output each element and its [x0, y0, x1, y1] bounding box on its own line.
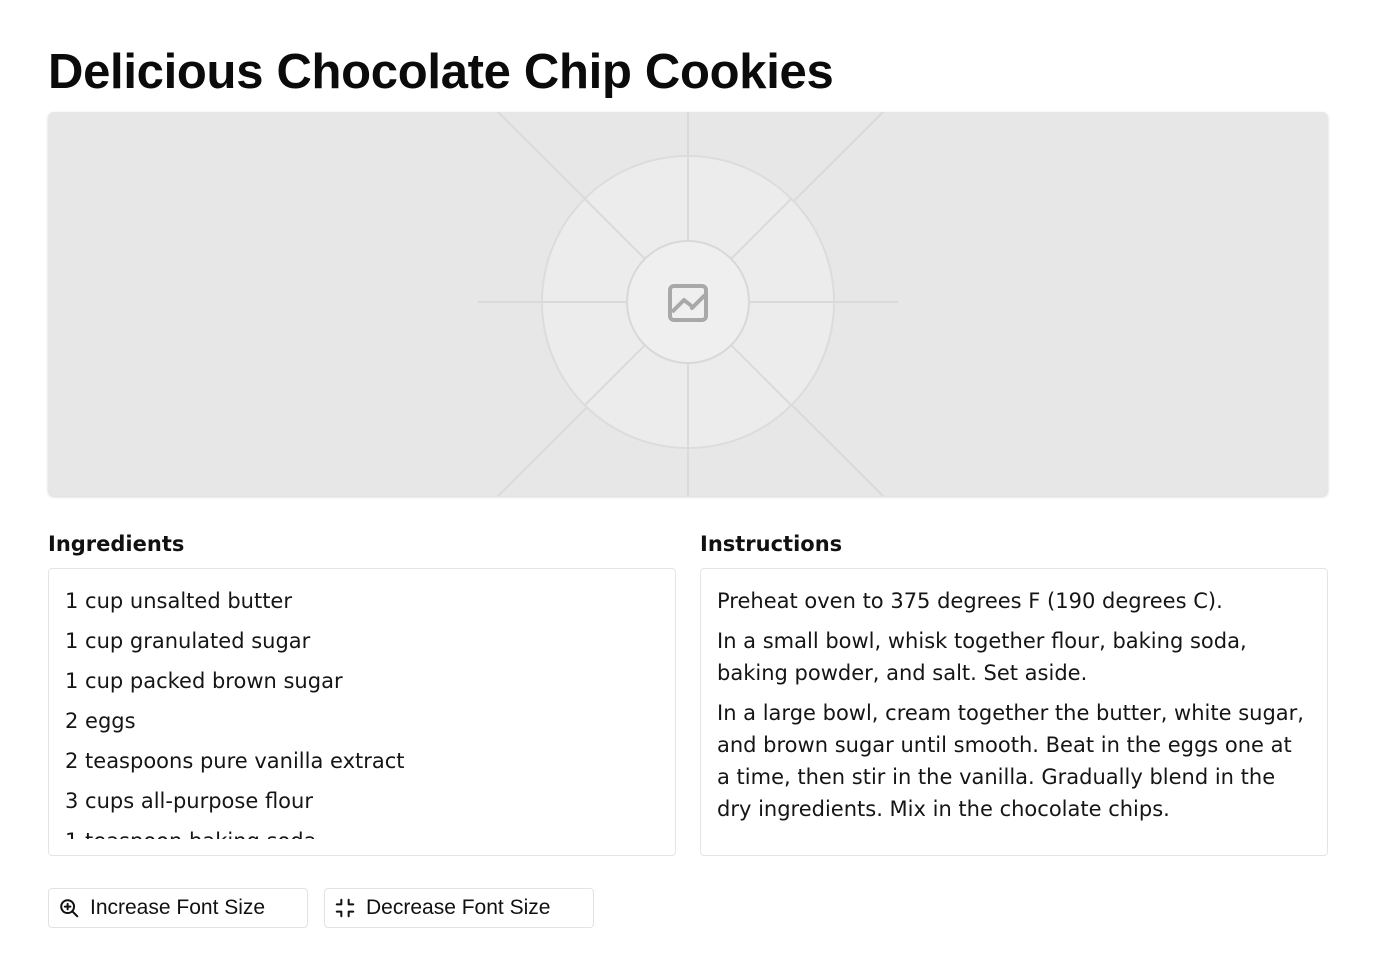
hero-image-placeholder: [48, 112, 1328, 496]
instruction-step: In a small bowl, whisk together flour, b…: [717, 629, 1247, 685]
ingredient-item: 1 cup granulated sugar: [65, 629, 311, 653]
decrease-font-size-label: Decrease Font Size: [366, 896, 551, 919]
decrease-font-size-button[interactable]: Decrease Font Size: [324, 888, 594, 928]
ingredient-item: 1 cup packed brown sugar: [65, 669, 343, 693]
ingredient-item: 2 teaspoons pure vanilla extract: [65, 749, 405, 773]
page-title: Delicious Chocolate Chip Cookies: [48, 45, 834, 99]
ingredient-item: 1 cup unsalted butter: [65, 589, 292, 613]
ingredient-item: 3 cups all-purpose flour: [65, 789, 313, 813]
ingredients-panel[interactable]: 1 cup unsalted butter 1 cup granulated s…: [48, 568, 676, 856]
minimize-icon: [333, 896, 357, 920]
instruction-step: Preheat oven to 375 degrees F (190 degre…: [717, 589, 1223, 613]
ingredients-list: 1 cup unsalted butter 1 cup granulated s…: [65, 585, 659, 839]
ingredient-item: 1 teaspoon baking soda: [65, 825, 659, 839]
ingredients-heading: Ingredients: [48, 532, 185, 556]
instructions-list: Preheat oven to 375 degrees F (190 degre…: [717, 585, 1311, 839]
instruction-step: In a large bowl, cream together the butt…: [717, 701, 1304, 821]
increase-font-size-label: Increase Font Size: [90, 896, 266, 919]
instructions-heading: Instructions: [700, 532, 843, 556]
zoom-in-icon: [57, 896, 81, 920]
instructions-panel[interactable]: Preheat oven to 375 degrees F (190 degre…: [700, 568, 1328, 856]
ingredient-item: 2 eggs: [65, 709, 136, 733]
placeholder-graphic: [478, 112, 898, 496]
recipe-page: Delicious Chocolate Chip Cookies Ingredi…: [0, 0, 1376, 976]
increase-font-size-button[interactable]: Increase Font Size: [48, 888, 308, 928]
